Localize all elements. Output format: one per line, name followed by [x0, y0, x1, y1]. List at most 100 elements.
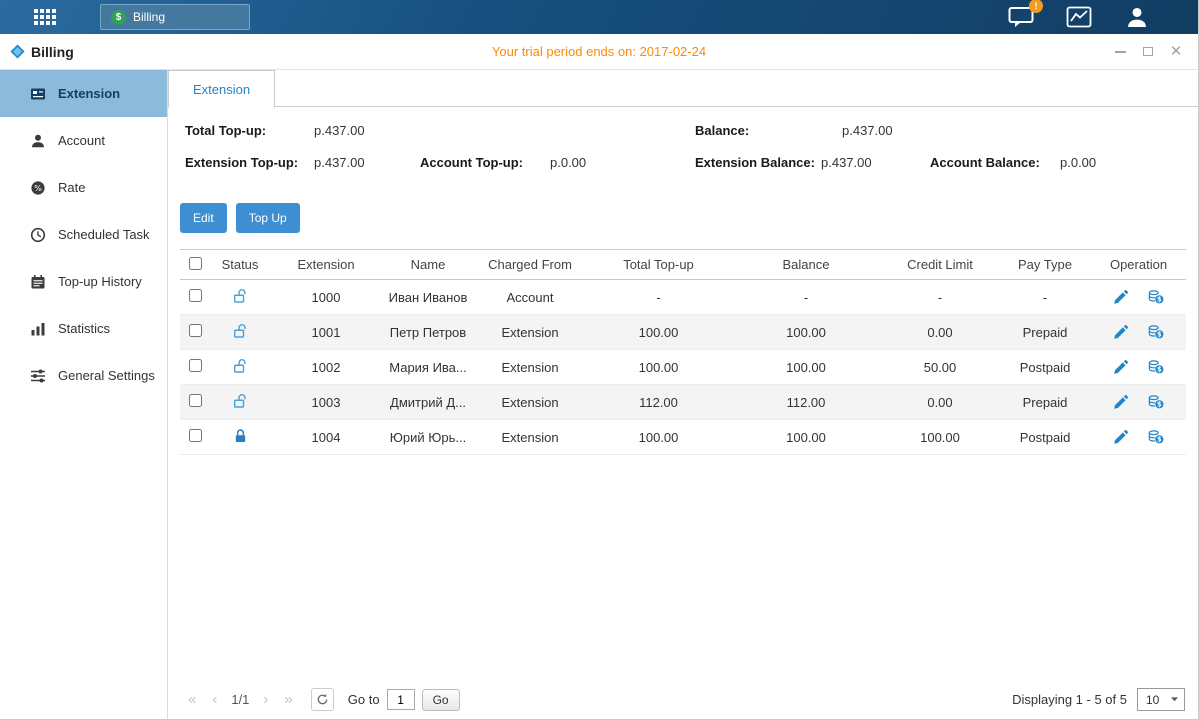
table-row: 1004 Юрий Юрь... Extension 100.00 100.00… — [180, 420, 1186, 455]
balance-summary: Total Top-up: p.437.00 Balance: p.437.00… — [180, 117, 1198, 189]
topup-icon[interactable] — [1148, 394, 1164, 410]
row-checkbox[interactable] — [189, 324, 202, 337]
sidebar-item-label: Scheduled Task — [58, 227, 150, 242]
topup-icon[interactable] — [1148, 359, 1164, 375]
billing-app-tab[interactable]: $ Billing — [100, 4, 250, 30]
minimize-button[interactable] — [1114, 46, 1126, 58]
cell-credit-limit: 0.00 — [881, 385, 999, 420]
cell-balance: 100.00 — [731, 315, 881, 350]
header-total-topup: Total Top-up — [586, 250, 731, 280]
cell-total-topup: 100.00 — [586, 350, 731, 385]
general-settings-icon — [30, 368, 46, 384]
cell-balance: 112.00 — [731, 385, 881, 420]
cell-name: Дмитрий Д... — [382, 385, 474, 420]
header-status: Status — [210, 250, 270, 280]
unlock-icon — [233, 358, 248, 374]
pagination-right: Displaying 1 - 5 of 5 10 — [1012, 688, 1185, 711]
sidebar-item-account[interactable]: Account — [0, 117, 167, 164]
go-button[interactable]: Go — [422, 689, 460, 711]
header-pay-type: Pay Type — [999, 250, 1091, 280]
topup-icon[interactable] — [1148, 324, 1164, 340]
window-title: Billing — [10, 44, 74, 60]
edit-icon[interactable] — [1113, 324, 1129, 340]
refresh-icon[interactable] — [311, 688, 334, 711]
goto-page-input[interactable] — [387, 689, 415, 710]
sidebar-item-scheduled-task[interactable]: Scheduled Task — [0, 211, 167, 258]
header-name: Name — [382, 250, 474, 280]
edit-button[interactable]: Edit — [180, 203, 227, 233]
cell-total-topup: 100.00 — [586, 315, 731, 350]
balance-label: Balance: — [695, 123, 749, 138]
sidebar-item-rate[interactable]: Rate — [0, 164, 167, 211]
page-size-value: 10 — [1146, 693, 1159, 707]
maximize-button[interactable] — [1142, 46, 1154, 58]
top-up-button[interactable]: Top Up — [236, 203, 300, 233]
cell-extension: 1000 — [270, 280, 382, 315]
edit-icon[interactable] — [1113, 289, 1129, 305]
sidebar-item-label: Statistics — [58, 321, 110, 336]
apps-grid-icon[interactable] — [34, 9, 56, 25]
goto-label: Go to — [348, 692, 380, 707]
cell-charged-from: Account — [474, 280, 586, 315]
account-balance-value: p.0.00 — [1060, 155, 1096, 170]
billing-dollar-icon: $ — [111, 10, 126, 25]
sidebar-item-label: Account — [58, 133, 105, 148]
topup-icon[interactable] — [1148, 429, 1164, 445]
table-row: 1001 Петр Петров Extension 100.00 100.00… — [180, 315, 1186, 350]
main-panel: Extension Total Top-up: p.437.00 Balance… — [168, 70, 1198, 719]
cell-extension: 1001 — [270, 315, 382, 350]
extension-balance-label: Extension Balance: — [695, 155, 815, 170]
messages-icon[interactable]: ! — [1008, 6, 1034, 28]
topup-icon[interactable] — [1148, 289, 1164, 305]
sidebar-item-statistics[interactable]: Statistics — [0, 305, 167, 352]
edit-icon[interactable] — [1113, 429, 1129, 445]
sidebar-item-topup-history[interactable]: Top-up History — [0, 258, 167, 305]
close-button[interactable]: ✕ — [1170, 46, 1182, 58]
sidebar-item-general-settings[interactable]: General Settings — [0, 352, 167, 399]
cell-balance: - — [731, 280, 881, 315]
total-topup-value: p.437.00 — [314, 123, 365, 138]
last-page-icon[interactable]: » — [284, 691, 292, 708]
rate-icon — [30, 180, 46, 196]
row-checkbox[interactable] — [189, 359, 202, 372]
cell-name: Петр Петров — [382, 315, 474, 350]
window-title-text: Billing — [31, 44, 74, 60]
header-operation: Operation — [1091, 250, 1186, 280]
row-checkbox[interactable] — [189, 394, 202, 407]
lock-icon — [233, 428, 248, 444]
account-icon — [30, 133, 46, 149]
cell-extension: 1002 — [270, 350, 382, 385]
tab-bar: Extension — [168, 70, 1198, 107]
prev-page-icon[interactable]: ‹ — [212, 691, 217, 708]
page-size-select[interactable]: 10 — [1137, 688, 1185, 711]
window-titlebar: Billing Your trial period ends on: 2017-… — [0, 34, 1198, 70]
row-checkbox[interactable] — [189, 429, 202, 442]
tab-extension[interactable]: Extension — [168, 70, 275, 108]
row-checkbox[interactable] — [189, 289, 202, 302]
cell-total-topup: - — [586, 280, 731, 315]
select-all-checkbox[interactable] — [189, 257, 202, 270]
first-page-icon[interactable]: « — [188, 691, 196, 708]
displaying-text: Displaying 1 - 5 of 5 — [1012, 692, 1127, 707]
sidebar-item-label: Extension — [58, 86, 120, 101]
cell-pay-type: Prepaid — [999, 315, 1091, 350]
sidebar-item-extension[interactable]: Extension — [0, 70, 167, 117]
cell-credit-limit: 50.00 — [881, 350, 999, 385]
trial-notice: Your trial period ends on: 2017-02-24 — [0, 44, 1198, 59]
window-controls: ✕ — [1114, 46, 1182, 58]
total-topup-label: Total Top-up: — [185, 123, 266, 138]
user-icon[interactable] — [1124, 6, 1150, 28]
monitor-chart-icon[interactable] — [1066, 6, 1092, 28]
cell-credit-limit: 0.00 — [881, 315, 999, 350]
cell-extension: 1003 — [270, 385, 382, 420]
cell-charged-from: Extension — [474, 350, 586, 385]
top-navbar: $ Billing ! — [0, 0, 1198, 34]
cell-total-topup: 100.00 — [586, 420, 731, 455]
extension-table: Status Extension Name Charged From Total… — [180, 249, 1198, 455]
messages-badge: ! — [1029, 0, 1043, 13]
unlock-icon — [233, 393, 248, 409]
cell-name: Мария Ива... — [382, 350, 474, 385]
edit-icon[interactable] — [1113, 359, 1129, 375]
edit-icon[interactable] — [1113, 394, 1129, 410]
next-page-icon[interactable]: › — [263, 691, 268, 708]
